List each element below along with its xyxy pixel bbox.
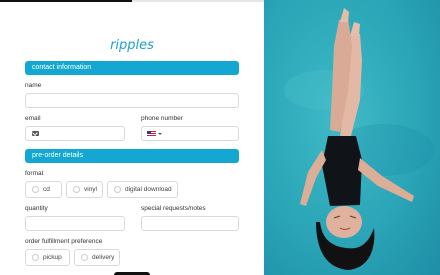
radio-icon[interactable] — [73, 186, 80, 193]
phone-input[interactable] — [141, 126, 239, 141]
radio-icon[interactable] — [114, 186, 121, 193]
phone-label: phone number — [141, 115, 183, 122]
special-requests-input[interactable] — [141, 216, 239, 231]
email-label: email — [25, 115, 41, 122]
swimmer-illustration — [264, 0, 440, 275]
option-label: cd — [43, 186, 50, 193]
option-label: delivery — [92, 254, 115, 261]
option-label: digital download — [125, 186, 172, 193]
preorder-form: ripples contact information name email p… — [0, 2, 264, 275]
format-label: format — [25, 170, 44, 177]
format-option-digital-download[interactable]: digital download — [107, 181, 178, 198]
radio-icon[interactable] — [32, 254, 39, 261]
radio-icon[interactable] — [81, 254, 88, 261]
fulfillment-option-pickup[interactable]: pickup — [25, 249, 70, 266]
us-flag-icon[interactable] — [147, 131, 156, 137]
quantity-input[interactable] — [25, 216, 125, 231]
mail-icon — [32, 131, 39, 136]
pre-order-details-header: pre-order details — [25, 149, 239, 163]
name-input[interactable] — [25, 93, 239, 108]
form-title: ripples — [110, 38, 154, 53]
special-requests-label: special requests/notes — [141, 205, 206, 212]
option-label: vinyl — [84, 186, 98, 193]
format-option-cd[interactable]: cd — [25, 181, 62, 198]
radio-icon[interactable] — [32, 186, 39, 193]
option-label: pickup — [43, 254, 62, 261]
hero-photo — [264, 0, 440, 275]
chevron-down-icon[interactable] — [158, 133, 162, 135]
fulfillment-label: order fulfillment preference — [25, 238, 103, 245]
contact-information-header: contact information — [25, 61, 239, 75]
email-input[interactable] — [25, 126, 125, 141]
name-label: name — [25, 82, 42, 89]
format-option-vinyl[interactable]: vinyl — [66, 181, 103, 198]
fulfillment-option-delivery[interactable]: delivery — [74, 249, 120, 266]
quantity-label: quantity — [25, 205, 48, 212]
